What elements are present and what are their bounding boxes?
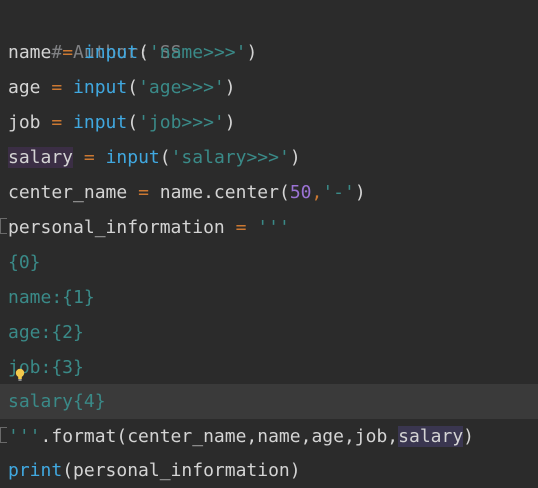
assign-operator: = bbox=[51, 112, 63, 133]
close-paren: ) bbox=[354, 182, 366, 203]
code-line-template-0: {0} bbox=[0, 245, 538, 280]
code-line-template-4-current: salary{4} bbox=[0, 384, 538, 419]
assign-operator: = bbox=[62, 42, 74, 63]
variable-personal-information: personal_information bbox=[8, 217, 225, 238]
variable-center-name: center_name bbox=[8, 182, 128, 203]
variable-name: name bbox=[8, 42, 52, 63]
name-center-call: name.center bbox=[159, 182, 279, 203]
string-literal: 'salary>>>' bbox=[170, 147, 290, 168]
open-paren: ( bbox=[159, 147, 171, 168]
code-line-template-3: job:{3} bbox=[0, 350, 538, 385]
print-keyword: print bbox=[8, 460, 63, 481]
template-text: age:{2} bbox=[8, 322, 84, 343]
triple-quote-open: ''' bbox=[257, 217, 290, 238]
template-text: name:{1} bbox=[8, 287, 95, 308]
string-literal: 'age>>>' bbox=[138, 77, 225, 98]
close-paren: ) bbox=[289, 147, 301, 168]
triple-quote-close: ''' bbox=[8, 426, 41, 447]
assign-operator: = bbox=[83, 147, 95, 168]
template-text: salary{4} bbox=[8, 391, 106, 412]
code-line-comment: # Author: SS bbox=[0, 0, 538, 63]
variable-salary-highlighted: salary bbox=[8, 147, 74, 168]
assign-operator: = bbox=[51, 77, 63, 98]
code-line-template-2: age:{2} bbox=[0, 315, 538, 350]
lightbulb-icon[interactable] bbox=[15, 368, 25, 382]
comma: , bbox=[311, 182, 323, 203]
close-paren: ) bbox=[224, 77, 236, 98]
code-line-salary-input: salary = input('salary>>>') bbox=[0, 140, 538, 175]
number-literal: 50 bbox=[289, 182, 312, 203]
salary-argument-highlighted: salary bbox=[398, 426, 464, 447]
open-paren: ( bbox=[138, 42, 149, 63]
code-line-template-1: name:{1} bbox=[0, 280, 538, 315]
close-paren: ) bbox=[246, 42, 258, 63]
open-paren: ( bbox=[127, 77, 139, 98]
format-call: .format(center_name,name,age,job, bbox=[40, 426, 399, 447]
code-line-format: '''.format(center_name,name,age,job,sala… bbox=[0, 419, 538, 454]
code-line-personal-information: personal_information = ''' bbox=[0, 210, 538, 245]
print-arguments: (personal_information) bbox=[62, 460, 301, 481]
close-paren: ) bbox=[224, 112, 236, 133]
assign-operator: = bbox=[138, 182, 149, 203]
open-paren: ( bbox=[278, 182, 290, 203]
input-function: input bbox=[105, 147, 160, 168]
string-literal: 'job>>>' bbox=[138, 112, 225, 133]
code-line-age-input: age = input('age>>>') bbox=[0, 70, 538, 105]
string-literal: '-' bbox=[322, 182, 355, 203]
close-paren: ) bbox=[463, 426, 475, 447]
assign-operator: = bbox=[235, 217, 247, 238]
string-literal: 'name>>>' bbox=[148, 42, 247, 63]
code-line-center-name: center_name = name.center(50,'-') bbox=[0, 175, 538, 210]
template-text: {0} bbox=[8, 252, 41, 273]
input-function: input bbox=[73, 112, 128, 133]
print-statement: print(personal_information) bbox=[8, 460, 301, 481]
variable-job: job bbox=[8, 112, 41, 133]
code-editor[interactable]: # Author: SS name = input('name>>>') age… bbox=[0, 0, 538, 488]
code-line-name-input: name = input('name>>>') bbox=[0, 35, 538, 70]
input-function: input bbox=[73, 77, 128, 98]
variable-age: age bbox=[8, 77, 41, 98]
open-paren: ( bbox=[127, 112, 139, 133]
code-line-job-input: job = input('job>>>') bbox=[0, 105, 538, 140]
input-function: input bbox=[83, 42, 139, 63]
code-line-print: print(personal_information) bbox=[0, 453, 538, 488]
